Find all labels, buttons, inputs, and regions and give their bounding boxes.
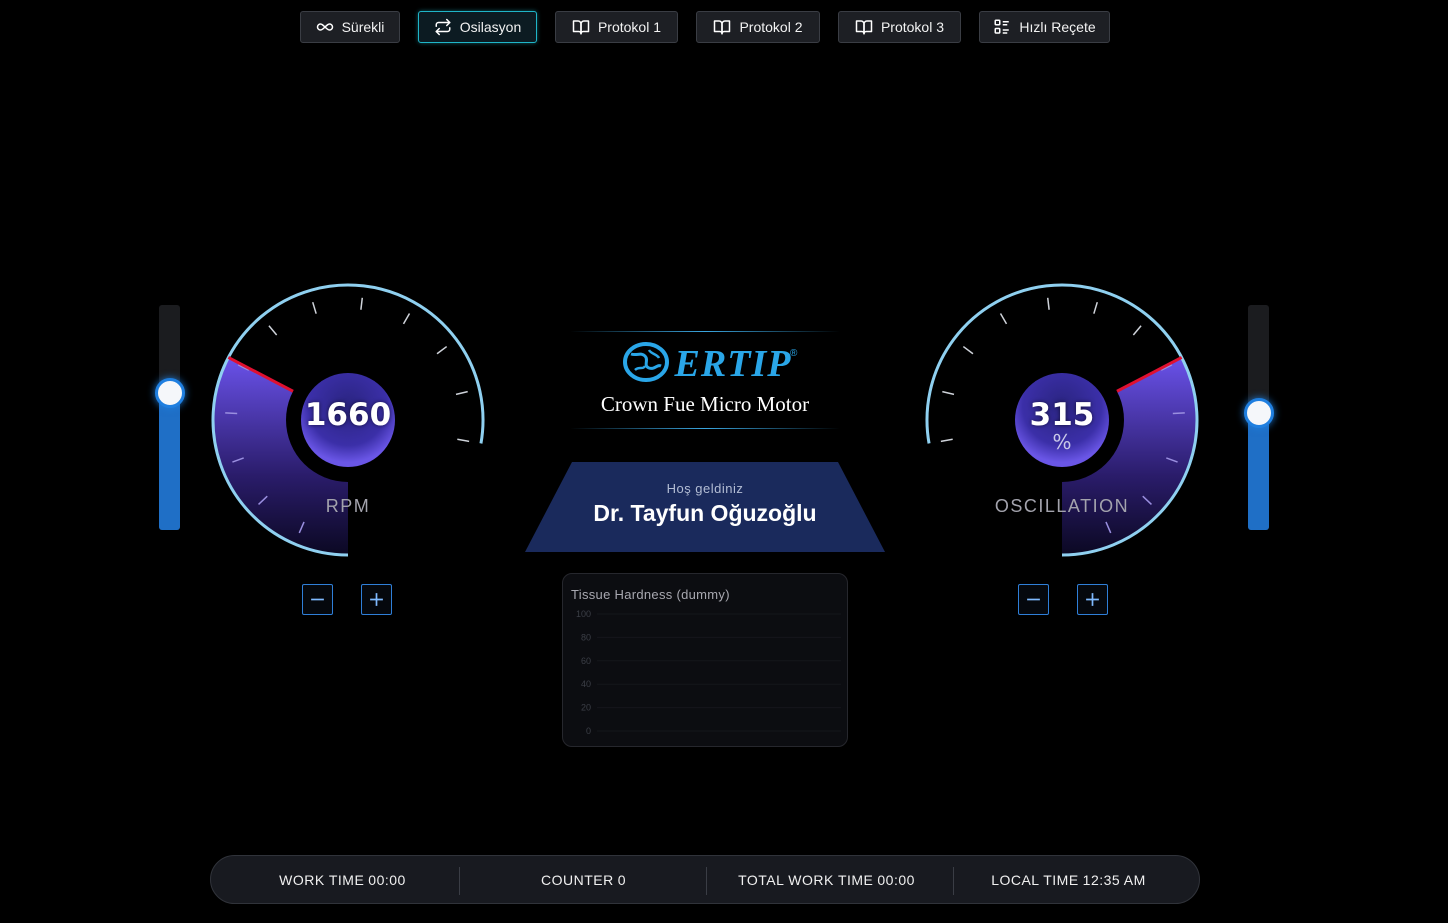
total-work-time-value: 00:00 [877,871,915,888]
gauge-tick [436,345,448,355]
globe-logo-icon [622,342,669,382]
counter-label: COUNTER [540,871,614,888]
mode-button-protokol-2[interactable]: Protokol 2 [696,11,820,43]
infinity-icon [316,23,333,31]
mode-label: Protokol 3 [880,19,945,35]
rpm-label: RPM [325,496,371,516]
gauge-tick [999,313,1008,325]
mode-label: Protokol 1 [597,19,662,35]
gauge-tick [942,390,955,396]
oscillation-slider[interactable] [1243,305,1274,530]
local-time-value: 12:35 AM [1082,871,1146,888]
mode-label: Hızlı Reçete [1019,19,1096,35]
gauge-tick [455,390,468,396]
chart-y-tick-label: 80 [581,632,591,642]
mode-toolbar: Sürekli Osilasyon Protokol 1 Protokol 2 … [300,11,1110,43]
mode-button-protokol-1[interactable]: Protokol 1 [555,11,678,43]
list-icon [994,19,1010,34]
oscillation-value: 315 [1029,397,1095,433]
gauge-tick [402,313,411,325]
brand-name: ERTIP [570,342,840,386]
rpm-increase-button[interactable] [361,584,392,615]
gauge-tick [1093,301,1098,314]
rpm-slider-thumb[interactable] [154,377,185,408]
minus-icon [311,598,324,601]
plus-icon [370,593,383,606]
book-icon [855,20,873,35]
brand-logo: ERTIP ® Crown Fue Micro Motor [570,330,840,430]
mode-label: Osilasyon [459,19,522,35]
rpm-gauge: 1660 RPM [208,280,488,560]
oscillation-slider-fill [1248,413,1269,530]
oscillation-gauge: 315 % OSCILLATION [922,280,1202,560]
total-work-time-label: TOTAL WORK TIME [738,871,874,888]
local-time: LOCAL TIME 12:35 AM [945,856,1192,903]
mode-label: Sürekli [341,19,385,35]
minus-icon [1027,598,1040,601]
welcome-greeting: Hoş geldiniz [666,481,744,496]
mode-button-surekli[interactable]: Sürekli [300,11,400,43]
local-time-label: LOCAL TIME [991,871,1079,888]
logo-top-line [570,331,840,332]
total-work-time: TOTAL WORK TIME 00:00 [703,856,950,903]
chart-y-tick-label: 40 [581,679,591,689]
brand-text: ERTIP [674,343,792,385]
work-time-value: 00:00 [368,871,406,888]
rpm-value: 1660 [304,397,392,433]
rpm-decrease-button[interactable] [302,584,333,615]
plus-icon [1086,593,1099,606]
gauge-tick [268,325,278,336]
book-icon [714,20,731,35]
status-bar: WORK TIME 00:00 COUNTER 0 TOTAL WORK TIM… [210,855,1200,904]
gauge-tick [312,301,317,314]
mode-label: Protokol 2 [739,19,803,35]
oscillation-decrease-button[interactable] [1018,584,1049,615]
gauge-tick [1046,297,1050,310]
chart-y-tick-label: 100 [576,609,591,619]
oscillation-label: OSCILLATION [994,496,1130,516]
logo-bottom-line [570,428,840,429]
gauge-tick [360,297,364,310]
repeat-icon [435,18,451,36]
chart-y-tick-label: 20 [581,703,591,713]
chart-y-tick-label: 60 [581,656,591,666]
work-time: WORK TIME 00:00 [219,856,466,903]
chart-y-tick-label: 0 [586,726,591,736]
gauge-tick [962,345,974,355]
product-subtitle: Crown Fue Micro Motor [600,392,810,416]
mode-button-protokol-3[interactable]: Protokol 3 [838,11,961,43]
gauge-tick [1132,325,1142,336]
chart-plot: 100 80 60 40 20 0 [576,609,841,736]
rpm-slider[interactable] [154,305,185,530]
counter-value: 0 [617,871,627,888]
book-icon [572,20,590,35]
registered-mark: ® [790,348,798,359]
mode-button-hizli-recete[interactable]: Hızlı Reçete [979,11,1110,43]
oscillation-unit: % [1052,430,1072,454]
tissue-hardness-chart: Tissue Hardness (dummy) 100 80 60 40 20 0 [562,573,848,747]
welcome-panel: Hoş geldiniz Dr. Tayfun Oğuzoğlu [525,462,885,552]
oscillation-increase-button[interactable] [1077,584,1108,615]
mode-button-osilasyon[interactable]: Osilasyon [418,11,537,43]
gauge-tick [457,438,470,443]
counter: COUNTER 0 [460,856,707,903]
oscillation-slider-thumb[interactable] [1243,398,1274,428]
work-time-label: WORK TIME [279,871,365,888]
doctor-name: Dr. Tayfun Oğuzoğlu [593,500,817,526]
rpm-slider-fill [159,392,180,530]
